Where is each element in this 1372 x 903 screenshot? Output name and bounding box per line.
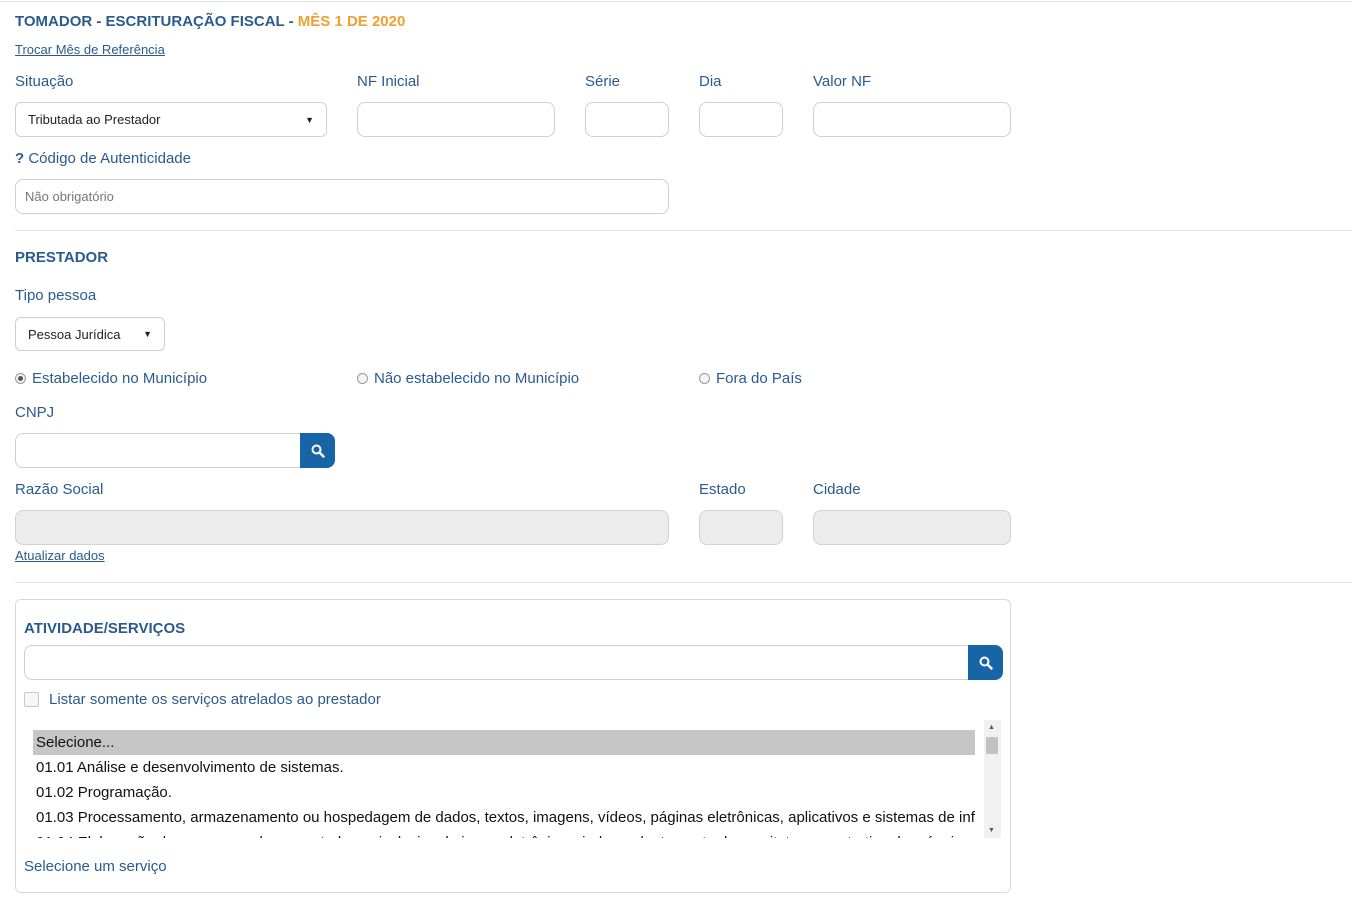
scroll-down-icon[interactable]: ▼ xyxy=(988,827,995,834)
chevron-down-icon: ▼ xyxy=(143,329,152,339)
update-data-link[interactable]: Atualizar dados xyxy=(15,548,105,563)
cnpj-label: CNPJ xyxy=(15,404,55,421)
change-month-link[interactable]: Trocar Mês de Referência xyxy=(15,42,165,57)
filter-services-checkbox[interactable] xyxy=(24,692,39,707)
situacao-label: Situação xyxy=(15,73,74,90)
service-listbox[interactable]: Selecione... 01.01 Análise e desenvolvim… xyxy=(33,720,1001,838)
scroll-up-icon[interactable]: ▲ xyxy=(988,724,995,731)
radio-button[interactable] xyxy=(699,373,710,384)
service-hint: Selecione um serviço xyxy=(24,858,167,875)
radio-fora-do-pais[interactable]: Fora do País xyxy=(699,370,802,387)
valor-nf-input[interactable] xyxy=(813,102,1011,137)
listbox-scrollbar[interactable]: ▲ ▼ xyxy=(984,720,1001,838)
list-item[interactable]: 01.03 Processamento, armazenamento ou ho… xyxy=(33,805,975,830)
situacao-value: Tributada ao Prestador xyxy=(28,112,161,127)
chevron-down-icon: ▼ xyxy=(305,114,314,125)
radio-nao-estabelecido[interactable]: Não estabelecido no Município xyxy=(357,370,579,387)
reference-month: MÊS 1 DE 2020 xyxy=(297,13,406,30)
nf-inicial-input[interactable] xyxy=(357,102,555,137)
help-icon[interactable]: ? xyxy=(15,150,24,167)
auth-code-input[interactable]: Não obrigatório xyxy=(15,179,669,214)
list-item[interactable]: 01.02 Programação. xyxy=(33,780,975,805)
nf-inicial-label: NF Inicial xyxy=(357,73,420,90)
razao-social-input xyxy=(15,510,669,545)
radio-estabelecido[interactable]: Estabelecido no Município xyxy=(15,370,207,387)
radio-button[interactable] xyxy=(15,373,26,384)
radio-label: Estabelecido no Município xyxy=(32,370,208,387)
prestador-heading: PRESTADOR xyxy=(15,249,109,266)
situacao-select[interactable]: Tributada ao Prestador ▼ xyxy=(15,102,327,137)
tipo-pessoa-select[interactable]: Pessoa Jurídica ▼ xyxy=(15,317,165,351)
page-title: TOMADOR - ESCRITURAÇÃO FISCAL - MÊS 1 DE… xyxy=(15,13,405,30)
section-divider xyxy=(15,230,1352,231)
cnpj-input[interactable] xyxy=(15,433,305,468)
filter-services-label: Listar somente os serviços atrelados ao … xyxy=(49,691,381,708)
tipo-pessoa-value: Pessoa Jurídica xyxy=(28,326,121,342)
service-search-input[interactable] xyxy=(24,645,974,680)
page-title-text: TOMADOR - ESCRITURAÇÃO FISCAL - xyxy=(15,13,294,30)
auth-code-label: ? Código de Autenticidade xyxy=(15,150,191,167)
radio-label: Fora do País xyxy=(716,370,802,387)
serie-label: Série xyxy=(585,73,621,90)
search-icon xyxy=(979,656,993,670)
dia-label: Dia xyxy=(699,73,722,90)
auth-code-label-text: Código de Autenticidade xyxy=(28,150,191,167)
auth-code-placeholder: Não obrigatório xyxy=(25,189,114,204)
estado-input xyxy=(699,510,783,545)
service-search-button[interactable] xyxy=(968,645,1003,680)
scroll-thumb[interactable] xyxy=(986,737,998,754)
razao-social-label: Razão Social xyxy=(15,481,104,498)
list-item[interactable]: 01.01 Análise e desenvolvimento de siste… xyxy=(33,755,975,780)
valor-nf-label: Valor NF xyxy=(813,73,872,90)
radio-button[interactable] xyxy=(357,373,368,384)
search-icon xyxy=(311,444,325,458)
dia-input[interactable] xyxy=(699,102,783,137)
cnpj-search-button[interactable] xyxy=(300,433,335,468)
serie-input[interactable] xyxy=(585,102,669,137)
list-item[interactable]: Selecione... xyxy=(33,730,975,755)
atividade-heading: ATIVIDADE/SERVIÇOS xyxy=(24,620,186,637)
radio-label: Não estabelecido no Município xyxy=(374,370,580,387)
top-divider xyxy=(0,1,1352,2)
filter-services-checkbox-row[interactable]: Listar somente os serviços atrelados ao … xyxy=(24,691,381,708)
list-item[interactable]: 01.04 Elaboração de programas de computa… xyxy=(33,830,975,838)
cidade-label: Cidade xyxy=(813,481,861,498)
cidade-input xyxy=(813,510,1011,545)
section-divider xyxy=(15,582,1352,583)
estado-label: Estado xyxy=(699,481,746,498)
tipo-pessoa-label: Tipo pessoa xyxy=(15,287,97,304)
